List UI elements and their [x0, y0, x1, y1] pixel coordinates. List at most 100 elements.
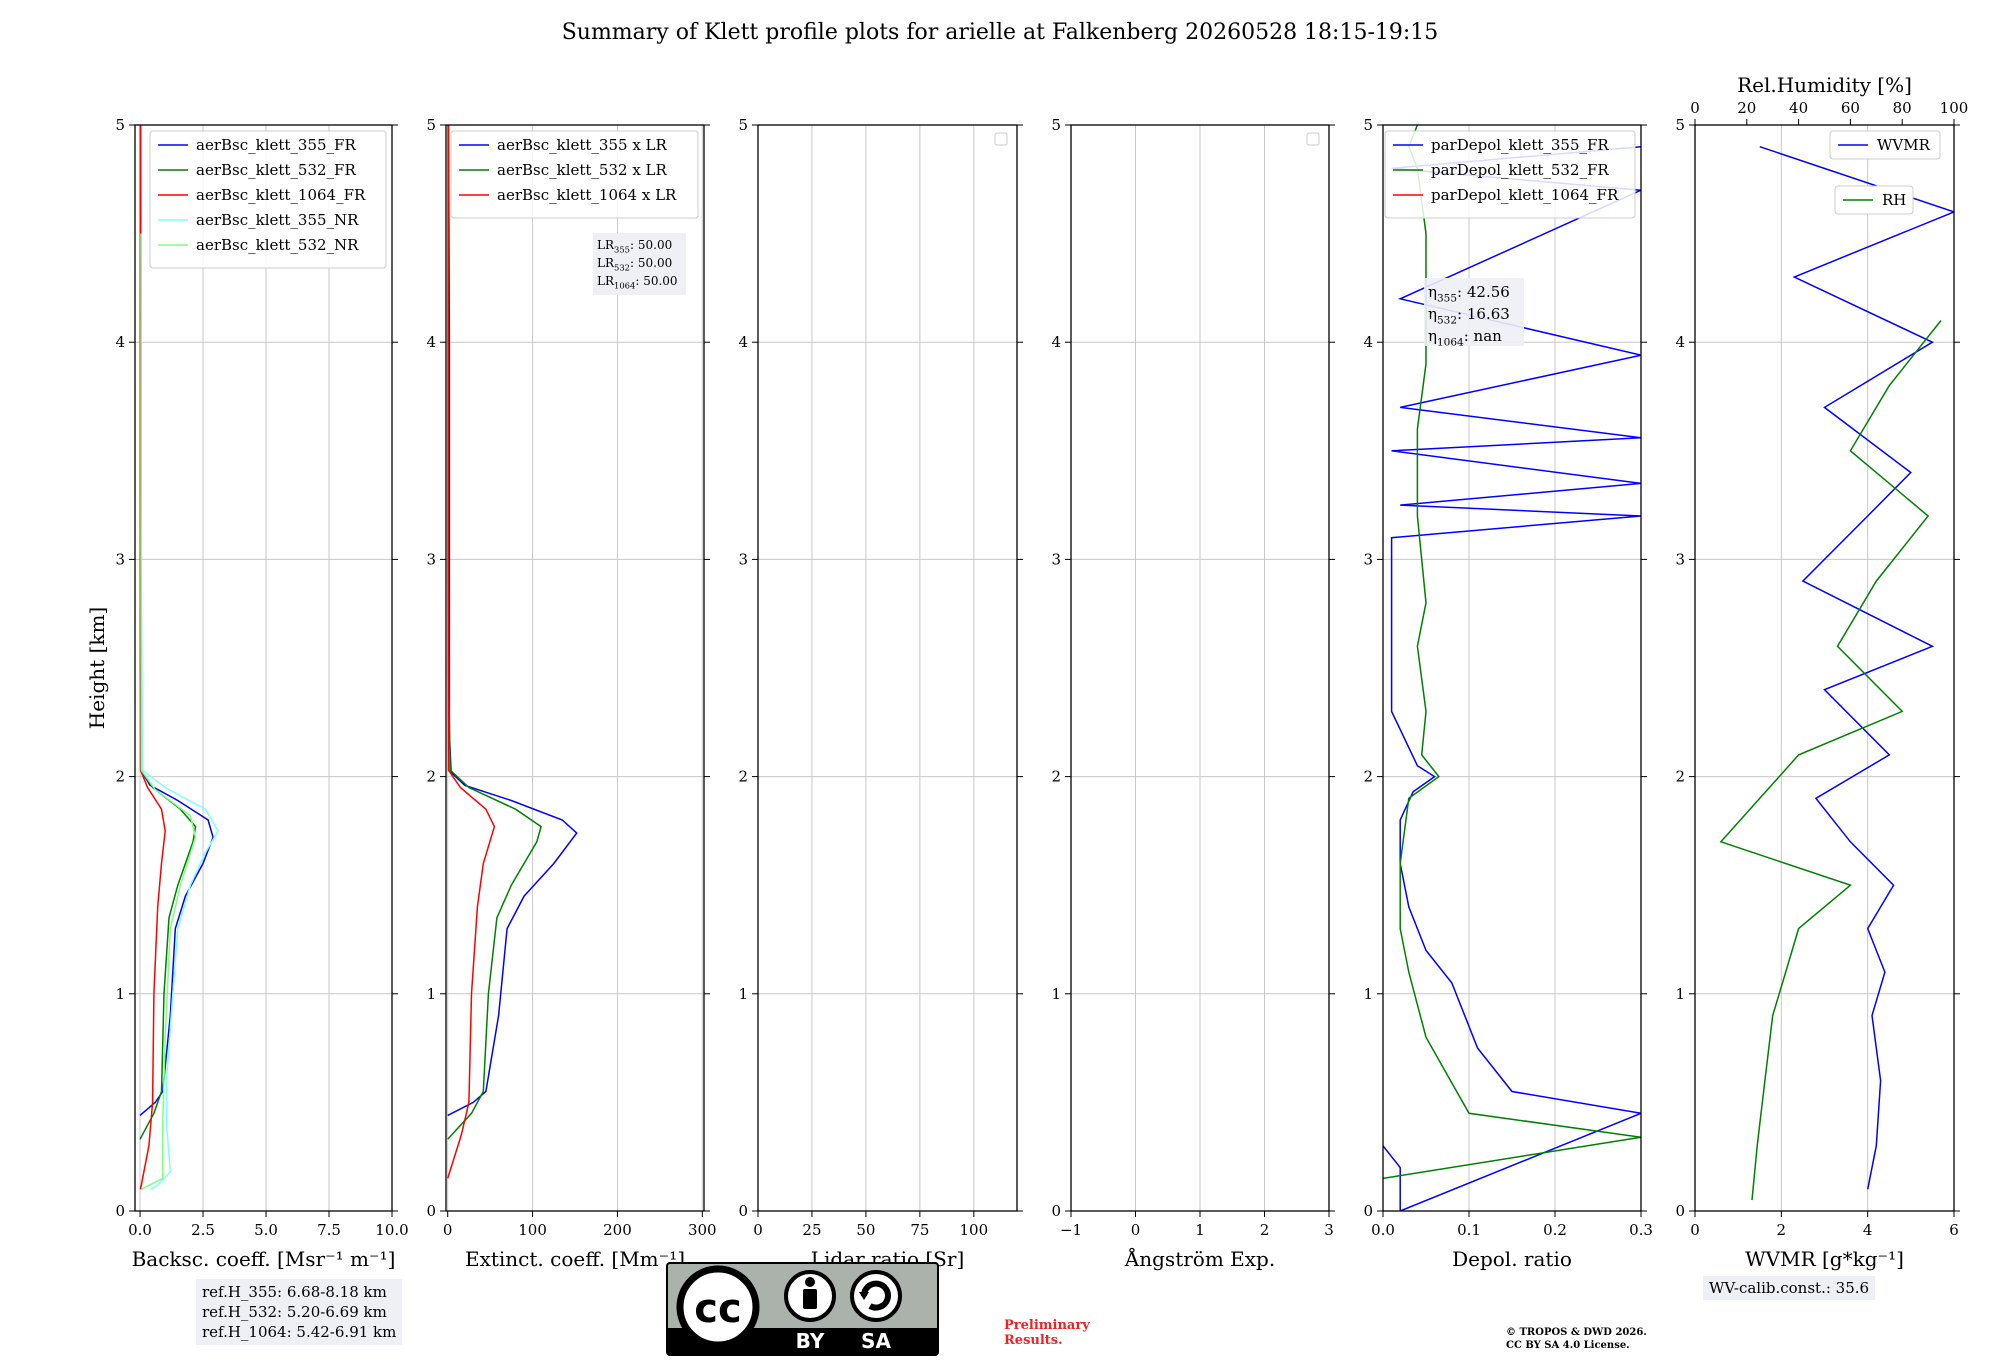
y-tick-label: 2	[1363, 768, 1373, 786]
x2-tick-label: 20	[1737, 99, 1756, 117]
plot-frame	[1694, 124, 1955, 1212]
x-tick-label: 0.0	[128, 1221, 152, 1239]
y-tick-label: 0	[738, 1202, 748, 1220]
y-tick-label: 5	[1051, 116, 1061, 134]
x-tick-label: 75	[910, 1221, 929, 1239]
y-tick-label: 1	[1051, 985, 1061, 1003]
x-tick-label: 0	[1131, 1221, 1141, 1239]
y-tick-label: 3	[1051, 550, 1061, 568]
x-axis-label: Depol. ratio	[1452, 1247, 1572, 1271]
x2-tick-label: 80	[1893, 99, 1912, 117]
x-tick-label: 10.0	[375, 1221, 408, 1239]
plots-canvas: 0.0 2.5 5.0 7.5 10.0012345Backsc. coeff. [Ms…	[85, 73, 1969, 1271]
figure: Summary of Klett profile plots for ariel…	[0, 0, 2000, 1360]
legend-label: RH	[1882, 191, 1906, 209]
x-tick-label: 0.3	[1629, 1221, 1653, 1239]
preliminary-note: Preliminary Results.	[1004, 1318, 1090, 1348]
legend-label: parDepol_klett_1064_FR	[1431, 186, 1619, 204]
y-axis-label: Height [km]	[85, 607, 109, 729]
empty-legend-box	[1306, 132, 1320, 146]
x-tick-label: 100	[960, 1221, 989, 1239]
legend-label: aerBsc_klett_532_NR	[196, 236, 359, 254]
preliminary-line-1: Preliminary	[1004, 1318, 1090, 1333]
x2-tick-label: 100	[1940, 99, 1969, 117]
x-tick-label: −1	[1060, 1221, 1082, 1239]
by-label: BY	[796, 1329, 825, 1353]
empty-legend-box	[994, 132, 1008, 146]
y-tick-label: 3	[1363, 550, 1373, 568]
x-tick-label: 0.2	[1543, 1221, 1567, 1239]
reference-heights-box: ref.H_355: 6.68-8.18 km ref.H_532: 5.20-…	[196, 1279, 403, 1345]
legend-label: parDepol_klett_355_FR	[1431, 136, 1609, 154]
x-tick-label: 1	[1195, 1221, 1205, 1239]
y-tick-label: 1	[1675, 985, 1685, 1003]
y-tick-label: 4	[115, 333, 125, 351]
legend-label: aerBsc_klett_355_FR	[196, 136, 356, 154]
series-line-aerBsc-klett-355-FR	[139, 125, 214, 1116]
y-tick-label: 4	[1363, 333, 1373, 351]
legend-label: aerBsc_klett_355 x LR	[497, 136, 668, 154]
y-tick-label: 0	[1051, 1202, 1061, 1220]
x-tick-label: 4	[1863, 1221, 1873, 1239]
y-tick-label: 5	[115, 116, 125, 134]
legend-label: aerBsc_klett_532 x LR	[497, 161, 668, 179]
y-tick-label: 2	[738, 768, 748, 786]
y-tick-label: 2	[115, 768, 125, 786]
y-tick-label: 5	[1675, 116, 1685, 134]
legend-label: WVMR	[1877, 136, 1931, 154]
panel-5: 0.0 0.1 0.2 0.3 0 1 2 3 4 5 Depol. ratio parDepol_k…	[1363, 116, 1652, 1271]
x-tick-label: 5.0	[254, 1221, 278, 1239]
wv-calibration-box: WV-calib.const.: 35.6	[1703, 1276, 1876, 1300]
panel-2: 0 100 200 300 0 1 2 3 4 5 Extinct. coeff. [Mm⁻¹] ae…	[426, 116, 716, 1271]
x-tick-label: 0.0	[1371, 1221, 1395, 1239]
x-tick-label: 100	[518, 1221, 547, 1239]
x-tick-label: 0	[1690, 1221, 1700, 1239]
y-tick-label: 5	[1363, 116, 1373, 134]
x-axis-label: Backsc. coeff. [Msr⁻¹ m⁻¹]	[132, 1247, 396, 1271]
x-tick-label: 200	[603, 1221, 632, 1239]
y-tick-label: 2	[1675, 768, 1685, 786]
x-tick-label: 2.5	[191, 1221, 215, 1239]
y-tick-label: 2	[1051, 768, 1061, 786]
y-tick-label: 3	[738, 550, 748, 568]
y-tick-label: 0	[115, 1202, 125, 1220]
y-tick-label: 4	[738, 333, 748, 351]
y-tick-label: 3	[115, 550, 125, 568]
cc-by-sa-license-icon: cc BY SA	[666, 1262, 939, 1356]
sa-label: SA	[861, 1329, 891, 1353]
legend-label: aerBsc_klett_355_NR	[196, 211, 359, 229]
series-line-aerBsc-klett-1064-FR	[139, 125, 166, 1190]
y-tick-label: 0	[1363, 1202, 1373, 1220]
y-tick-label: 3	[1675, 550, 1685, 568]
y-tick-label: 1	[1363, 985, 1373, 1003]
panel-1: 0.0 2.5 5.0 7.5 10.0 0 1 2 3 4 5 Backsc. coeff. [Ms…	[85, 116, 409, 1271]
x-tick-label: 0.1	[1457, 1221, 1481, 1239]
legend-label: aerBsc_klett_1064 x LR	[497, 186, 677, 204]
x-tick-label: 50	[856, 1221, 875, 1239]
y-tick-label: 1	[738, 985, 748, 1003]
x-tick-label: 7.5	[317, 1221, 341, 1239]
x-tick-label: 0	[443, 1221, 453, 1239]
x-axis-label: WVMR [g*kg⁻¹]	[1745, 1247, 1904, 1271]
copyright-line-1: © TROPOS & DWD 2026.	[1506, 1327, 1647, 1338]
legend-label: aerBsc_klett_1064_FR	[196, 186, 366, 204]
x2-tick-label: 0	[1690, 99, 1700, 117]
y-tick-label: 4	[1051, 333, 1061, 351]
y-tick-label: 0	[426, 1202, 436, 1220]
y-tick-label: 3	[426, 550, 436, 568]
x-tick-label: 300	[688, 1221, 717, 1239]
copyright-note: © TROPOS & DWD 2026. CC BY SA 4.0 Licens…	[1506, 1326, 1647, 1352]
plot-frame	[757, 124, 1018, 1212]
plot-frame	[134, 124, 393, 1212]
y-tick-label: 4	[1675, 333, 1685, 351]
y-tick-label: 0	[1675, 1202, 1685, 1220]
x2-axis-label: Rel.Humidity [%]	[1737, 73, 1912, 97]
x2-tick-label: 60	[1841, 99, 1860, 117]
ref-height-355: ref.H_355: 6.68-8.18 km	[202, 1283, 387, 1301]
series-line-aerBsc-klett-532-NR	[140, 233, 197, 1190]
x-tick-label: 2	[1777, 1221, 1787, 1239]
y-tick-label: 5	[738, 116, 748, 134]
series-line-WVMR	[1759, 145, 1954, 1190]
x-tick-label: 6	[1949, 1221, 1959, 1239]
x2-tick-label: 40	[1789, 99, 1808, 117]
